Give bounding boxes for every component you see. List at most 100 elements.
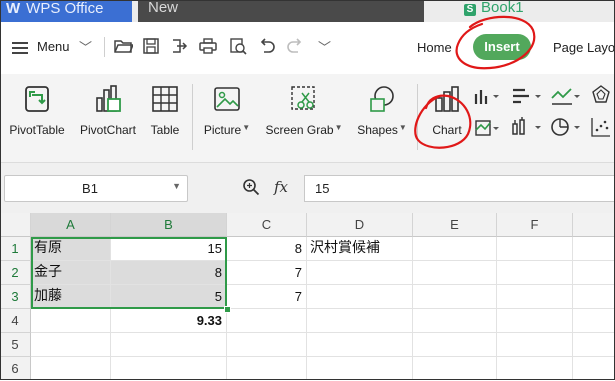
pivot-chart-label: PivotChart — [79, 123, 137, 137]
cell-f3[interactable] — [497, 285, 573, 309]
cell-c6[interactable] — [227, 357, 307, 380]
scatter-chart-icon[interactable] — [590, 116, 612, 138]
cell-b5[interactable] — [111, 333, 227, 357]
cell-d5[interactable] — [307, 333, 413, 357]
line-chart-icon[interactable] — [550, 86, 582, 106]
cell-g3[interactable] — [573, 285, 615, 309]
tab-new[interactable]: New — [138, 0, 424, 22]
cell-b4[interactable]: 9.33 — [111, 309, 227, 333]
screen-grab-button[interactable]: Screen Grab▼ — [262, 84, 346, 137]
open-folder-icon[interactable] — [113, 36, 133, 56]
cell-g4[interactable] — [573, 309, 615, 333]
select-all-corner[interactable] — [0, 213, 31, 237]
menu-button[interactable]: Menu — [37, 39, 70, 54]
row-header-3[interactable]: 3 — [0, 285, 31, 309]
table-button[interactable]: Table — [146, 84, 184, 137]
cell-d4[interactable] — [307, 309, 413, 333]
chart-label: Chart — [432, 123, 462, 137]
cell-d1[interactable]: 沢村賞候補 — [307, 237, 413, 261]
cell-c5[interactable] — [227, 333, 307, 357]
tab-wps-office[interactable]: W WPS Office — [0, 0, 132, 22]
cell-b6[interactable] — [111, 357, 227, 380]
undo-icon[interactable] — [257, 36, 277, 56]
tab-wps-label: WPS Office — [26, 0, 104, 17]
cell-c3[interactable]: 7 — [227, 285, 307, 309]
tab-book1[interactable]: S Book1 — [464, 0, 524, 22]
column-header-f[interactable]: F — [497, 213, 573, 237]
hamburger-menu-icon[interactable] — [12, 42, 28, 57]
cell-f6[interactable] — [497, 357, 573, 380]
cell-b1[interactable]: 15 — [111, 237, 227, 261]
cell-a6[interactable] — [31, 357, 111, 380]
more-options-icon[interactable]: ﹀ — [318, 37, 331, 56]
cell-c2[interactable]: 7 — [227, 261, 307, 285]
column-header-e[interactable]: E — [413, 213, 497, 237]
chevron-down-icon[interactable]: ▼ — [172, 181, 181, 191]
print-icon[interactable] — [198, 36, 218, 56]
cell-b2[interactable]: 8 — [111, 261, 227, 285]
row-header-4[interactable]: 4 — [0, 309, 31, 333]
stock-chart-icon[interactable] — [511, 116, 543, 138]
cell-g1[interactable] — [573, 237, 615, 261]
cell-c1[interactable]: 8 — [227, 237, 307, 261]
column-header-c[interactable]: C — [227, 213, 307, 237]
cell-a3[interactable]: 加藤 — [31, 285, 111, 309]
cell-e6[interactable] — [413, 357, 497, 380]
cell-a4[interactable] — [31, 309, 111, 333]
row-header-1[interactable]: 1 — [0, 237, 31, 261]
tab-home[interactable]: Home — [417, 40, 452, 55]
cell-e1[interactable] — [413, 237, 497, 261]
zoom-icon[interactable] — [242, 178, 260, 196]
cell-a2[interactable]: 金子 — [31, 261, 111, 285]
divider — [104, 37, 105, 57]
cell-b3[interactable]: 5 — [111, 285, 227, 309]
tab-insert[interactable]: Insert — [473, 34, 531, 60]
tab-page-layout[interactable]: Page Layo — [553, 40, 615, 55]
redo-icon[interactable] — [285, 36, 305, 56]
save-icon[interactable] — [141, 36, 161, 56]
column-header-a[interactable]: A — [31, 213, 111, 237]
cell-e3[interactable] — [413, 285, 497, 309]
cell-g2[interactable] — [573, 261, 615, 285]
row-header-6[interactable]: 6 — [0, 357, 31, 380]
print-preview-icon[interactable] — [228, 36, 248, 56]
chart-button[interactable]: Chart — [427, 84, 467, 137]
cell-f5[interactable] — [497, 333, 573, 357]
column-header-b[interactable]: B — [111, 213, 227, 237]
cell-a5[interactable] — [31, 333, 111, 357]
area-chart-icon[interactable] — [474, 118, 502, 138]
fill-handle[interactable] — [224, 306, 231, 313]
cell-c4[interactable] — [227, 309, 307, 333]
cell-d6[interactable] — [307, 357, 413, 380]
row-header-2[interactable]: 2 — [0, 261, 31, 285]
pivot-table-button[interactable]: PivotTable — [6, 84, 68, 137]
function-icon[interactable]: fx — [274, 178, 288, 196]
shapes-button[interactable]: Shapes▼ — [354, 84, 410, 137]
cell-d3[interactable] — [307, 285, 413, 309]
cell-d2[interactable] — [307, 261, 413, 285]
formula-input[interactable]: 15 — [304, 175, 615, 202]
row-header-5[interactable]: 5 — [0, 333, 31, 357]
cell-f2[interactable] — [497, 261, 573, 285]
export-icon[interactable] — [169, 36, 189, 56]
cell-f1[interactable] — [497, 237, 573, 261]
cell-g6[interactable] — [573, 357, 615, 380]
pie-chart-icon[interactable] — [550, 116, 582, 138]
column-header-g[interactable] — [573, 213, 615, 237]
cell-g5[interactable] — [573, 333, 615, 357]
cell-e4[interactable] — [413, 309, 497, 333]
divider — [192, 84, 193, 150]
cell-a1[interactable]: 有原 — [31, 237, 111, 261]
picture-button[interactable]: Picture▼ — [200, 84, 254, 137]
cell-e2[interactable] — [413, 261, 497, 285]
column-header-d[interactable]: D — [307, 213, 413, 237]
radar-chart-icon[interactable] — [590, 84, 612, 106]
cell-e5[interactable] — [413, 333, 497, 357]
chevron-down-icon[interactable]: ﹀ — [79, 37, 92, 56]
cell-f4[interactable] — [497, 309, 573, 333]
pivot-chart-button[interactable]: PivotChart — [76, 84, 140, 137]
bar-chart-icon[interactable] — [511, 86, 543, 106]
name-box[interactable]: B1 ▼ — [4, 175, 188, 202]
column-chart-icon[interactable] — [474, 86, 502, 106]
formula-bar: B1 ▼ fx 15 — [0, 163, 615, 213]
